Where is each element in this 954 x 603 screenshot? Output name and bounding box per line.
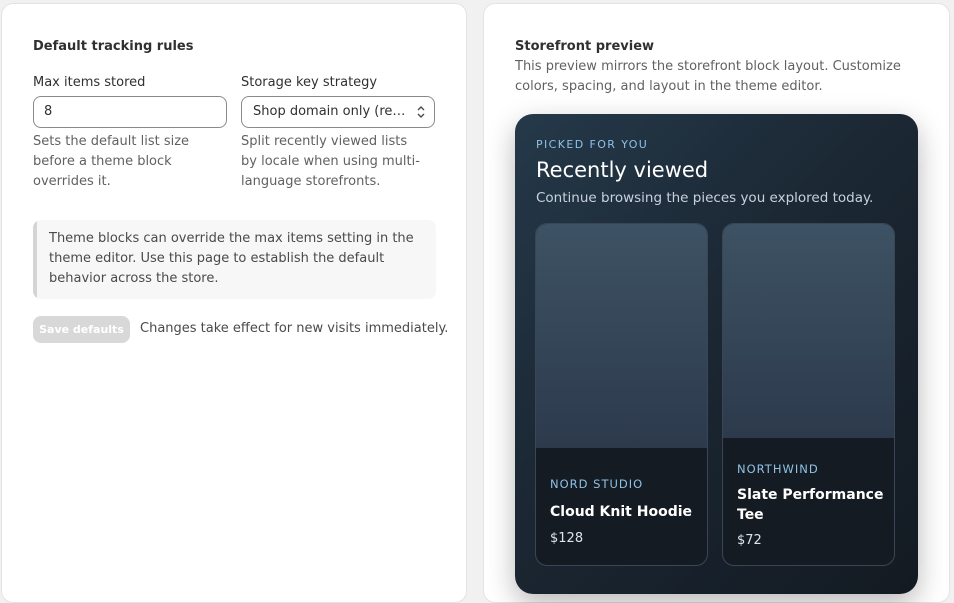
save-defaults-button[interactable]: Save defaults — [33, 316, 130, 343]
product-price: $72 — [737, 533, 762, 548]
chevron-up-down-icon — [417, 106, 425, 118]
product-title: Slate Performance Tee — [737, 487, 884, 523]
storage-key-select[interactable]: Shop domain only (reco... — [241, 96, 435, 128]
storefront-preview-card: Storefront preview This preview mirrors … — [483, 3, 950, 603]
product-vendor: NORTHWIND — [737, 462, 819, 476]
max-items-label: Max items stored — [33, 75, 146, 90]
save-note: Changes take effect for new visits immed… — [140, 321, 449, 336]
preview-subtitle: This preview mirrors the storefront bloc… — [515, 59, 901, 94]
preview-title: Storefront preview — [515, 39, 655, 54]
info-banner: Theme blocks can override the max items … — [33, 220, 436, 299]
product-card[interactable]: NORD STUDIO Cloud Knit Hoodie $128 — [535, 223, 708, 566]
tracking-rules-card: Default tracking rules Max items stored … — [1, 3, 467, 603]
section-title: Default tracking rules — [33, 39, 194, 54]
product-image — [723, 224, 894, 438]
storage-key-help: Split recently viewed lists by locale wh… — [241, 134, 420, 189]
product-title: Cloud Knit Hoodie — [550, 504, 693, 520]
product-image — [536, 224, 707, 448]
preview-caption: Continue browsing the pieces you explore… — [536, 190, 874, 206]
product-card[interactable]: NORTHWIND Slate Performance Tee $72 — [722, 223, 895, 566]
max-items-input[interactable]: 8 — [33, 96, 227, 128]
preview-eyebrow: PICKED FOR YOU — [536, 138, 649, 151]
storage-key-label: Storage key strategy — [241, 75, 378, 90]
product-price: $128 — [550, 531, 584, 546]
banner-text: Theme blocks can override the max items … — [49, 231, 414, 286]
max-items-help: Sets the default list size before a them… — [33, 134, 190, 189]
banner-accent-bar — [33, 220, 37, 299]
storage-key-selected-value: Shop domain only (reco... — [253, 104, 420, 119]
preview-heading: Recently viewed — [536, 158, 709, 182]
product-vendor: NORD STUDIO — [550, 477, 644, 491]
preview-block: PICKED FOR YOU Recently viewed Continue … — [515, 114, 918, 594]
